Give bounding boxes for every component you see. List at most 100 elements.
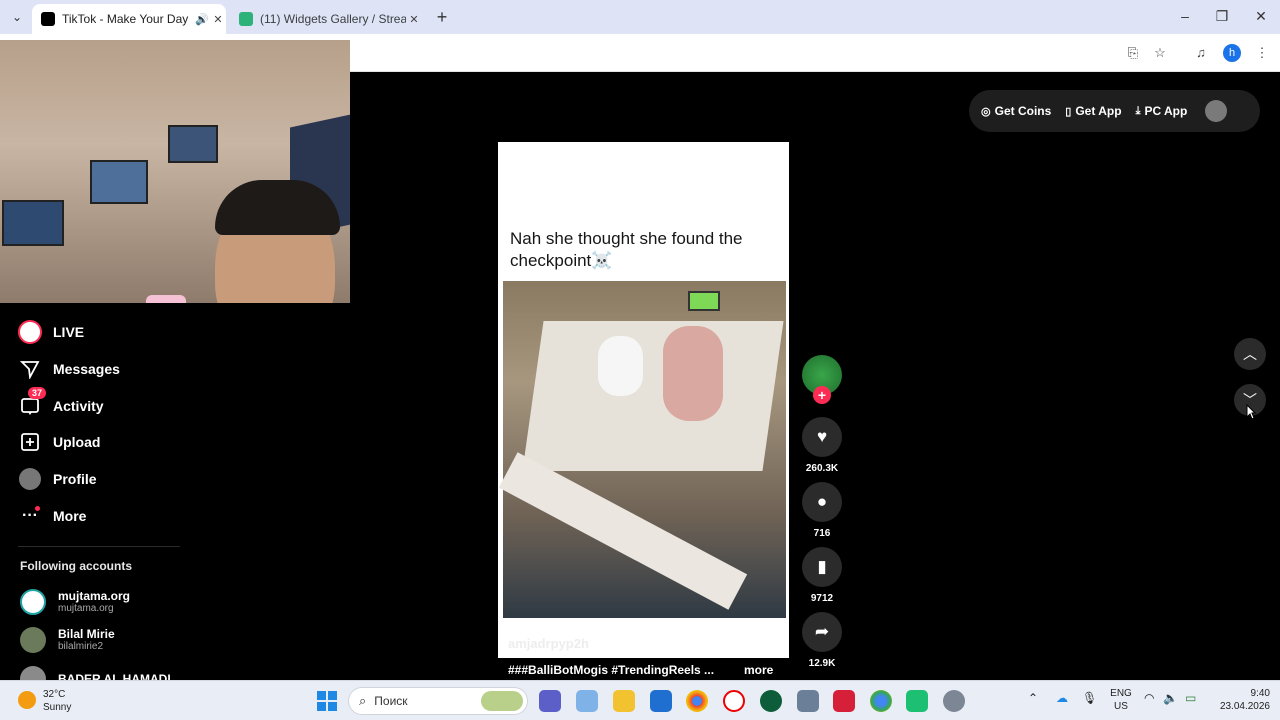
media-control-icon[interactable]: ♫: [1192, 44, 1210, 62]
mail-icon[interactable]: [650, 690, 672, 712]
share-icon: ➦: [814, 622, 830, 641]
sidebar-item-label: Upload: [53, 434, 101, 450]
clock[interactable]: 9:40 23.04.2026: [1212, 687, 1270, 713]
live-icon: [18, 320, 42, 344]
browser-menu-icon[interactable]: ⋮: [1253, 44, 1271, 62]
download-icon: ⤓: [1135, 104, 1141, 117]
chrome-icon[interactable]: [686, 690, 708, 712]
browser-tab-strip: ⌄ TikTok - Make Your Day 🔊 ✕ (11) Widget…: [0, 0, 1280, 34]
activity-badge: 37: [28, 387, 47, 399]
chrome-profile-icon[interactable]: [870, 690, 892, 712]
tab-title: (11) Widgets Gallery / Streamlit: [260, 12, 406, 26]
like-button[interactable]: ♥: [802, 417, 842, 457]
wifi-icon[interactable]: ◠: [1144, 692, 1154, 705]
sidebar-item-label: Activity: [53, 398, 104, 414]
account-name: mujtama.org: [58, 589, 131, 603]
user-avatar[interactable]: [1205, 100, 1228, 122]
weather-condition: Sunny: [43, 702, 72, 713]
video-hashtags[interactable]: ###BalliBotMogis #TrendingReels ...: [508, 663, 734, 677]
account-avatar: [20, 589, 46, 615]
search-highlight-image: [481, 691, 523, 711]
account-avatar: [20, 627, 46, 653]
green-screen: [688, 291, 720, 311]
wps-icon[interactable]: [833, 690, 855, 712]
following-account[interactable]: Bilal Mirie bilalmirie2: [20, 627, 115, 653]
person-left: [598, 336, 643, 396]
input-language[interactable]: ENG US: [1108, 687, 1134, 713]
profile-avatar[interactable]: h: [1223, 44, 1241, 62]
search-placeholder: Поиск: [374, 694, 408, 708]
tiktok-favicon-icon: [41, 12, 55, 26]
close-window-button[interactable]: ✕: [1251, 8, 1271, 25]
sidebar-item-live[interactable]: LIVE: [18, 319, 84, 345]
person-right: [663, 326, 723, 421]
install-app-icon[interactable]: ⎘: [1124, 44, 1142, 62]
sidebar-item-label: Messages: [53, 361, 120, 377]
sidebar-item-profile[interactable]: Profile: [18, 466, 97, 492]
windows-taskbar: 32°C Sunny ⌕ Поиск ⌃ ☁ 🎙 ENG US ◠ 🔈 ▭ 9:…: [0, 680, 1280, 720]
tab-close-icon[interactable]: ✕: [406, 13, 422, 26]
get-coins-button[interactable]: ◎ Get Coins: [981, 104, 1051, 118]
start-button[interactable]: [317, 691, 337, 711]
taskbar-search[interactable]: ⌕ Поиск: [348, 687, 528, 715]
weather-widget[interactable]: 32°C Sunny: [43, 688, 71, 714]
temperature: 32°C: [43, 689, 66, 700]
restore-button[interactable]: ❐: [1212, 8, 1232, 25]
battery-icon[interactable]: ▭: [1185, 692, 1196, 705]
tab-audio-icon[interactable]: 🔊: [194, 13, 210, 26]
webcam-overlay: [0, 40, 350, 303]
teams-icon[interactable]: [539, 690, 561, 712]
screen: ⌄ TikTok - Make Your Day 🔊 ✕ (11) Widget…: [0, 0, 1280, 720]
phone-icon: ▯: [1065, 105, 1072, 118]
get-app-button[interactable]: ▯ Get App: [1065, 104, 1121, 118]
sidebar-item-label: LIVE: [53, 324, 85, 340]
language-code: ENG: [1110, 688, 1132, 699]
sidebar-item-label: Profile: [53, 471, 97, 487]
file-explorer-icon[interactable]: [613, 690, 635, 712]
widgets-icon[interactable]: [576, 690, 598, 712]
activity-icon: 37: [18, 387, 47, 418]
video-player[interactable]: Nah she thought she found the checkpoint…: [498, 142, 789, 658]
tab-search-button[interactable]: ⌄: [8, 8, 26, 26]
tab-tiktok[interactable]: TikTok - Make Your Day 🔊 ✕: [32, 4, 226, 34]
sidebar-item-upload[interactable]: Upload: [18, 429, 100, 455]
previous-video-button[interactable]: ︿: [1234, 338, 1266, 370]
more-button[interactable]: more: [744, 663, 773, 677]
sidebar-item-more[interactable]: ··· More: [18, 503, 86, 529]
save-button[interactable]: ▮: [802, 547, 842, 587]
onedrive-icon[interactable]: ☁: [1056, 692, 1068, 705]
volume-icon[interactable]: 🔈: [1163, 692, 1178, 705]
share-button[interactable]: ➦: [802, 612, 842, 652]
coin-icon: ◎: [981, 105, 991, 118]
chevron-up-icon: ︿: [1243, 346, 1257, 362]
tray-overflow-icon[interactable]: ⌃: [1028, 692, 1038, 705]
yandex-icon[interactable]: [723, 690, 745, 712]
sidebar-item-messages[interactable]: Messages: [18, 356, 120, 382]
new-tab-button[interactable]: +: [432, 7, 452, 28]
like-count: 260.3K: [805, 463, 839, 474]
tab-streamlit[interactable]: (11) Widgets Gallery / Streamlit ✕: [230, 4, 422, 34]
sidebar-divider: [18, 546, 180, 547]
top-actions-bar: ◎ Get Coins ▯ Get App ⤓ PC App: [969, 90, 1260, 132]
tab-title: TikTok - Make Your Day: [62, 12, 189, 26]
pc-app-button[interactable]: ⤓ PC App: [1136, 104, 1188, 118]
search-icon: ⌕: [359, 693, 367, 708]
video-clip: [498, 281, 786, 618]
bot-app-icon[interactable]: [906, 690, 928, 712]
streamlit-favicon-icon: [239, 12, 253, 26]
comment-button[interactable]: ●: [802, 482, 842, 522]
sidebar-item-activity[interactable]: 37 Activity: [18, 387, 104, 419]
upwork-icon[interactable]: [760, 690, 782, 712]
settings-icon[interactable]: [943, 690, 965, 712]
sun-icon[interactable]: [18, 691, 36, 709]
tab-close-icon[interactable]: ✕: [210, 13, 226, 26]
microphone-icon[interactable]: 🎙: [1082, 692, 1097, 705]
comment-icon: ●: [816, 492, 828, 511]
bookmark-star-icon[interactable]: ☆: [1151, 44, 1169, 62]
minimize-button[interactable]: –: [1175, 8, 1195, 24]
profile-icon: [18, 467, 42, 491]
following-account[interactable]: mujtama.org mujtama.org: [20, 589, 130, 615]
follow-plus-icon[interactable]: +: [813, 386, 831, 404]
app-icon[interactable]: [797, 690, 819, 712]
sidebar-item-label: More: [53, 508, 87, 524]
